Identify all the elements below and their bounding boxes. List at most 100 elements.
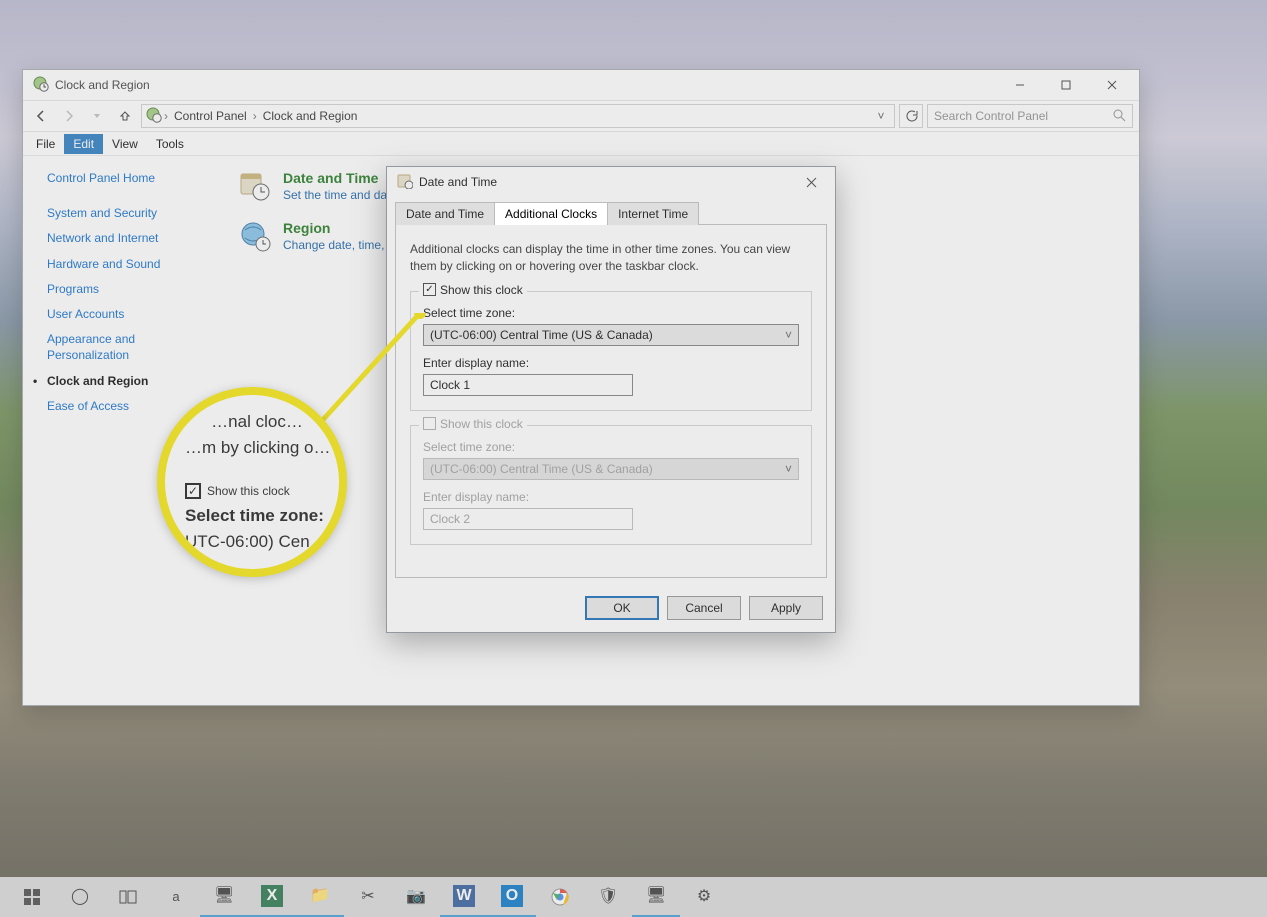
camera-icon: 📷: [406, 887, 426, 907]
desktop-icon: 🖥: [214, 886, 234, 906]
clock1-show-label[interactable]: Show this clock: [440, 283, 523, 297]
sidebar-home[interactable]: Control Panel Home: [47, 170, 213, 186]
window-title: Clock and Region: [49, 78, 997, 92]
tab-date-and-time[interactable]: Date and Time: [395, 202, 495, 225]
checkbox-icon: ✓: [185, 483, 201, 499]
folder-icon: 📁: [310, 886, 330, 906]
datetime-icon: [397, 173, 413, 192]
clock2-checkbox[interactable]: [423, 417, 436, 430]
taskbar-app-outlook[interactable]: O: [488, 877, 536, 917]
clock1-timezone-select[interactable]: (UTC-06:00) Central Time (US & Canada) ˅: [423, 324, 799, 346]
description-text: Additional clocks can display the time i…: [410, 241, 812, 275]
search-placeholder: Search Control Panel: [934, 109, 1048, 123]
clock1-name-input[interactable]: Clock 1: [423, 374, 633, 396]
outlook-icon: O: [501, 885, 523, 907]
clock2-timezone-select: (UTC-06:00) Central Time (US & Canada) ˅: [423, 458, 799, 480]
maximize-button[interactable]: [1043, 70, 1089, 100]
menu-file[interactable]: File: [27, 134, 64, 154]
sidebar-item[interactable]: Programs: [47, 281, 213, 297]
clock1-name-label: Enter display name:: [423, 356, 799, 370]
cortana-button[interactable]: ◯: [56, 877, 104, 917]
chevron-down-icon: ˅: [785, 328, 792, 342]
calendar-clock-icon: [239, 170, 271, 202]
up-button[interactable]: [113, 104, 137, 128]
chevron-right-icon: ›: [253, 109, 257, 123]
apply-button[interactable]: Apply: [749, 596, 823, 620]
scissors-icon: ✂: [358, 887, 378, 907]
ok-button[interactable]: OK: [585, 596, 659, 620]
dialog-close-button[interactable]: [791, 168, 831, 196]
breadcrumb-item[interactable]: Clock and Region: [259, 109, 362, 123]
taskbar-app-explorer[interactable]: 📁: [296, 877, 344, 917]
circle-icon: ◯: [70, 887, 90, 907]
category-link[interactable]: Set the time and date: [283, 188, 397, 202]
sidebar-item[interactable]: Hardware and Sound: [47, 256, 213, 272]
clock2-show-label[interactable]: Show this clock: [440, 417, 523, 431]
refresh-button[interactable]: [899, 104, 923, 128]
taskbar-app-paintnet[interactable]: 📷: [392, 877, 440, 917]
menu-edit[interactable]: Edit: [64, 134, 103, 154]
gear-icon: ⚙: [694, 887, 714, 907]
dialog-titlebar: Date and Time: [387, 167, 835, 197]
taskbar-app-security[interactable]: 🛡: [584, 877, 632, 917]
category-title[interactable]: Date and Time: [283, 170, 397, 186]
taskbar-app-settings[interactable]: ⚙: [680, 877, 728, 917]
taskbar-app-excel[interactable]: X: [248, 877, 296, 917]
clock2-tz-label: Select time zone:: [423, 440, 799, 454]
clock2-group: Show this clock Select time zone: (UTC-0…: [410, 425, 812, 545]
search-icon: [1112, 108, 1126, 125]
taskbar-app-word[interactable]: W: [440, 877, 488, 917]
menu-view[interactable]: View: [103, 134, 147, 154]
taskbar-app-chrome[interactable]: [536, 877, 584, 917]
tab-page: Additional clocks can display the time i…: [395, 224, 827, 578]
breadcrumb[interactable]: › Control Panel › Clock and Region ˅: [141, 104, 895, 128]
controlpanel-icon: 🖥: [646, 886, 666, 906]
dialog-buttons: OK Cancel Apply: [387, 588, 835, 632]
address-bar: › Control Panel › Clock and Region ˅ Sea…: [23, 100, 1139, 132]
chevron-down-icon[interactable]: ˅: [872, 109, 890, 123]
menu-tools[interactable]: Tools: [147, 134, 193, 154]
annotation-callout: …nal cloc… …m by clicking o… ✓Show this …: [157, 387, 347, 577]
sidebar-item-active[interactable]: Clock and Region: [47, 373, 213, 389]
sidebar-item[interactable]: Network and Internet: [47, 230, 213, 246]
clock1-tz-value: (UTC-06:00) Central Time (US & Canada): [430, 328, 653, 342]
clock1-checkbox[interactable]: ✓: [423, 283, 436, 296]
tab-additional-clocks[interactable]: Additional Clocks: [494, 202, 608, 225]
start-button[interactable]: [8, 877, 56, 917]
clock2-name-label: Enter display name:: [423, 490, 799, 504]
amazon-icon: a: [166, 887, 186, 907]
menu-bar: File Edit View Tools: [23, 132, 1139, 156]
taskview-button[interactable]: [104, 877, 152, 917]
excel-icon: X: [261, 885, 283, 907]
breadcrumb-item[interactable]: Control Panel: [170, 109, 251, 123]
globe-clock-icon: [146, 107, 162, 126]
shield-icon: 🛡: [598, 887, 618, 907]
clock2-name-input: Clock 2: [423, 508, 633, 530]
taskbar-app-controlpanel[interactable]: 🖥: [632, 877, 680, 917]
recent-dropdown[interactable]: [85, 104, 109, 128]
cancel-button[interactable]: Cancel: [667, 596, 741, 620]
taskbar-app-amazon[interactable]: a: [152, 877, 200, 917]
titlebar: Clock and Region: [23, 70, 1139, 100]
dialog-title: Date and Time: [413, 175, 791, 189]
tab-internet-time[interactable]: Internet Time: [607, 202, 699, 225]
sidebar-item[interactable]: User Accounts: [47, 306, 213, 322]
close-button[interactable]: [1089, 70, 1135, 100]
back-button[interactable]: [29, 104, 53, 128]
minimize-button[interactable]: [997, 70, 1043, 100]
desktop: Clock and Region: [0, 0, 1267, 917]
clock1-tz-label: Select time zone:: [423, 306, 799, 320]
taskbar: ◯ a 🖥 X 📁 ✂ 📷 W O 🛡 🖥 ⚙: [0, 877, 1267, 917]
sidebar-item[interactable]: System and Security: [47, 205, 213, 221]
clock1-group: ✓ Show this clock Select time zone: (UTC…: [410, 291, 812, 411]
clock2-tz-value: (UTC-06:00) Central Time (US & Canada): [430, 462, 653, 476]
forward-button[interactable]: [57, 104, 81, 128]
globe-clock-icon: [33, 76, 49, 95]
taskbar-app-desktop[interactable]: 🖥: [200, 877, 248, 917]
taskbar-app-snip[interactable]: ✂: [344, 877, 392, 917]
chevron-down-icon: ˅: [785, 462, 792, 476]
sidebar-item[interactable]: Appearance and Personalization: [47, 331, 213, 363]
search-input[interactable]: Search Control Panel: [927, 104, 1133, 128]
word-icon: W: [453, 885, 475, 907]
datetime-dialog: Date and Time Date and Time Additional C…: [386, 166, 836, 633]
